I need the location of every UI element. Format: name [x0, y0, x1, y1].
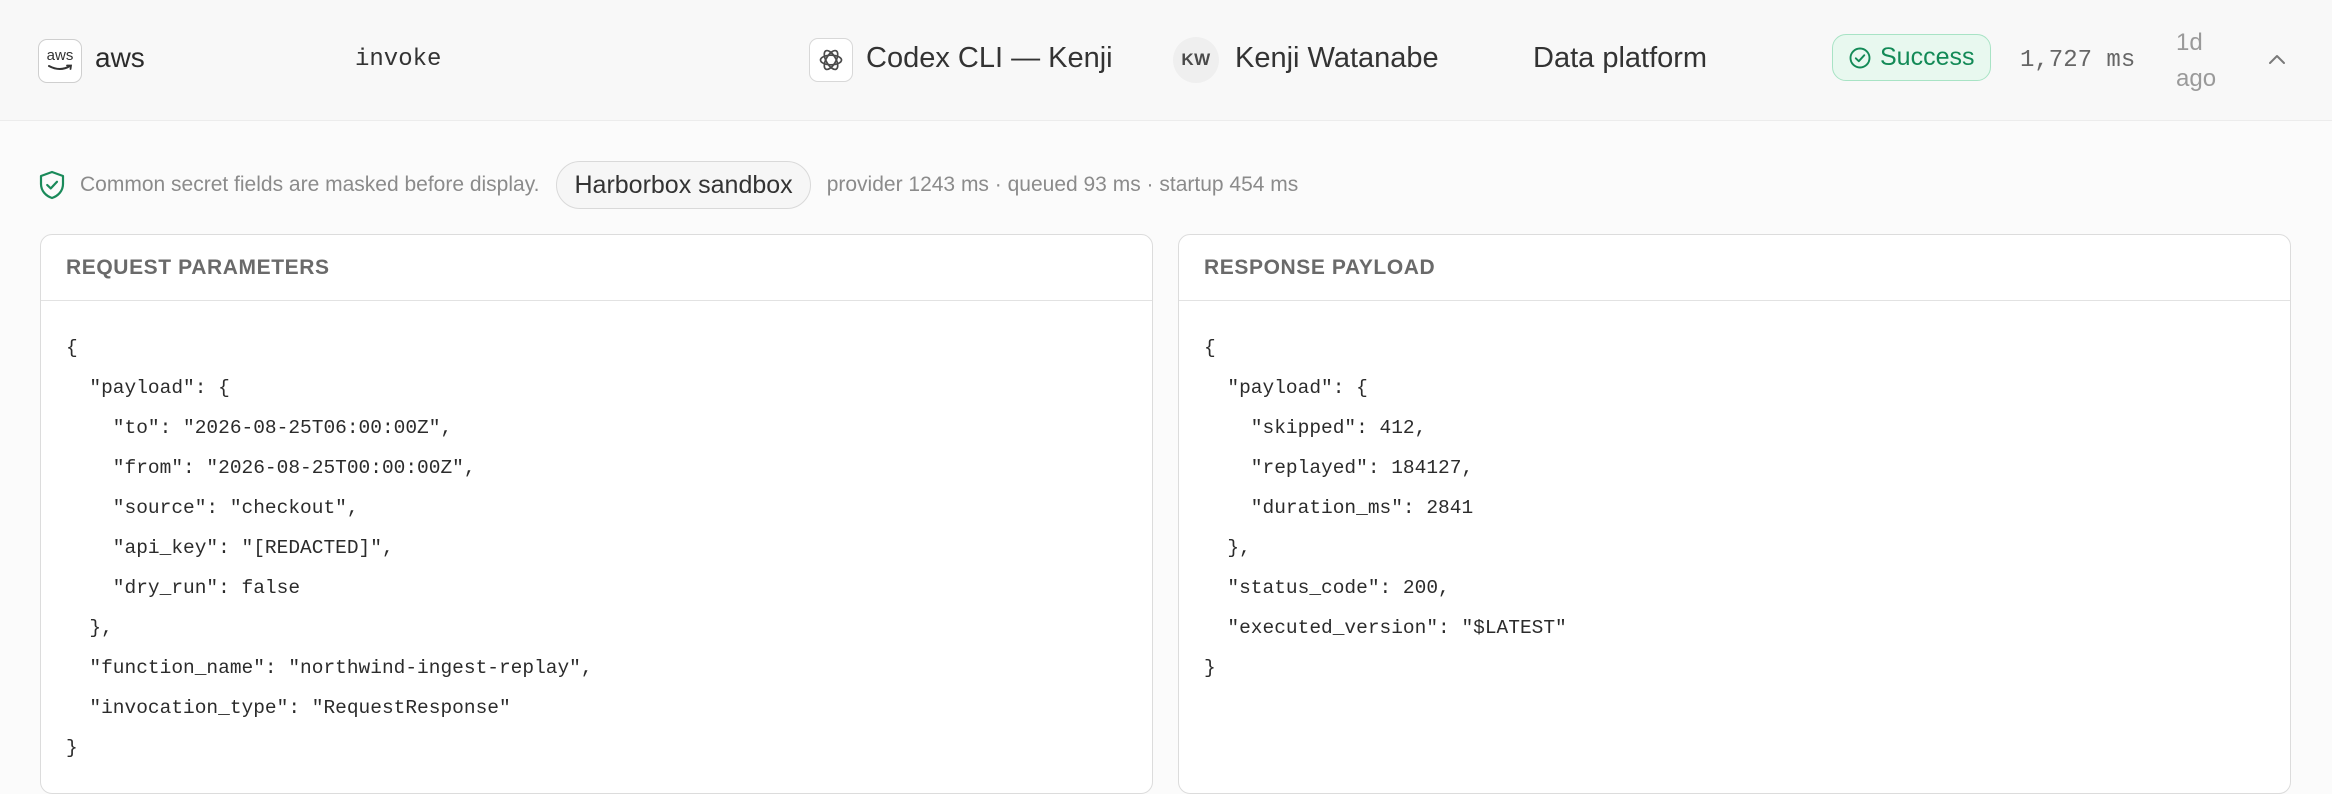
- code-line: "api_key": "[REDACTED]",: [66, 537, 394, 559]
- team-name: Data platform: [1533, 42, 1708, 74]
- masking-notice-row: Common secret fields are masked before d…: [38, 160, 1298, 210]
- code-line: "payload": {: [1204, 377, 1368, 399]
- shield-check-icon: [39, 170, 65, 200]
- code-line: "function_name": "northwind-ingest-repla…: [66, 657, 593, 679]
- openai-knot-icon: [819, 49, 843, 71]
- code-line: "from": "2026-08-25T00:00:00Z",: [66, 457, 476, 479]
- code-line: }: [66, 737, 78, 759]
- client-name: Codex CLI — Kenji: [866, 42, 1113, 74]
- invocation-header-row[interactable]: aws aws invoke Codex CLI — Kenji KW Kenj…: [0, 0, 2332, 121]
- user-name: Kenji Watanabe: [1235, 42, 1439, 74]
- response-panel-title: RESPONSE PAYLOAD: [1179, 235, 2290, 301]
- code-line: "invocation_type": "RequestResponse": [66, 697, 511, 719]
- code-line: },: [1204, 537, 1251, 559]
- code-line: "to": "2026-08-25T06:00:00Z",: [66, 417, 453, 439]
- avatar: KW: [1173, 37, 1219, 83]
- code-line: "payload": {: [66, 377, 230, 399]
- request-parameters-panel: REQUEST PARAMETERS { "payload": { "to": …: [40, 234, 1153, 794]
- aws-smile-icon: [48, 64, 73, 70]
- status-badge: Success: [1832, 34, 1992, 81]
- code-line: "skipped": 412,: [1204, 417, 1427, 439]
- code-line: "dry_run": false: [66, 577, 301, 599]
- status-label: Success: [1880, 43, 1975, 71]
- timing-breakdown: provider 1243 ms · queued 93 ms · startu…: [826, 173, 1299, 196]
- code-line: "source": "checkout",: [66, 497, 359, 519]
- request-panel-title: REQUEST PARAMETERS: [41, 235, 1152, 301]
- masking-notice-text: Common secret fields are masked before d…: [80, 173, 540, 196]
- request-code-block[interactable]: { "payload": { "to": "2026-08-25T06:00:0…: [41, 301, 1152, 768]
- method-name: invoke: [355, 46, 442, 73]
- collapse-button[interactable]: [2262, 44, 2292, 74]
- aws-logo-icon: aws: [38, 39, 82, 83]
- duration: 1,727 ms: [2020, 47, 2136, 74]
- aws-logo-text: aws: [46, 46, 74, 64]
- code-line: "status_code": 200,: [1204, 577, 1450, 599]
- response-payload-panel: RESPONSE PAYLOAD { "payload": { "skipped…: [1178, 234, 2291, 794]
- provider-name: aws: [95, 42, 145, 73]
- code-line: "duration_ms": 2841: [1204, 497, 1474, 519]
- chevron-up-icon: [2269, 55, 2285, 64]
- code-line: {: [1204, 337, 1216, 359]
- environment-badge: Harborbox sandbox: [556, 161, 811, 209]
- code-line: },: [66, 617, 113, 639]
- code-line: "executed_version": "$LATEST": [1204, 617, 1567, 639]
- response-code-block[interactable]: { "payload": { "skipped": 412, "replayed…: [1179, 301, 2290, 688]
- code-line: }: [1204, 657, 1216, 679]
- code-line: "replayed": 184127,: [1204, 457, 1474, 479]
- openai-icon: [809, 38, 853, 82]
- time-ago: 1d ago: [2176, 29, 2217, 92]
- check-circle-icon: [1849, 47, 1871, 68]
- code-line: {: [66, 337, 78, 359]
